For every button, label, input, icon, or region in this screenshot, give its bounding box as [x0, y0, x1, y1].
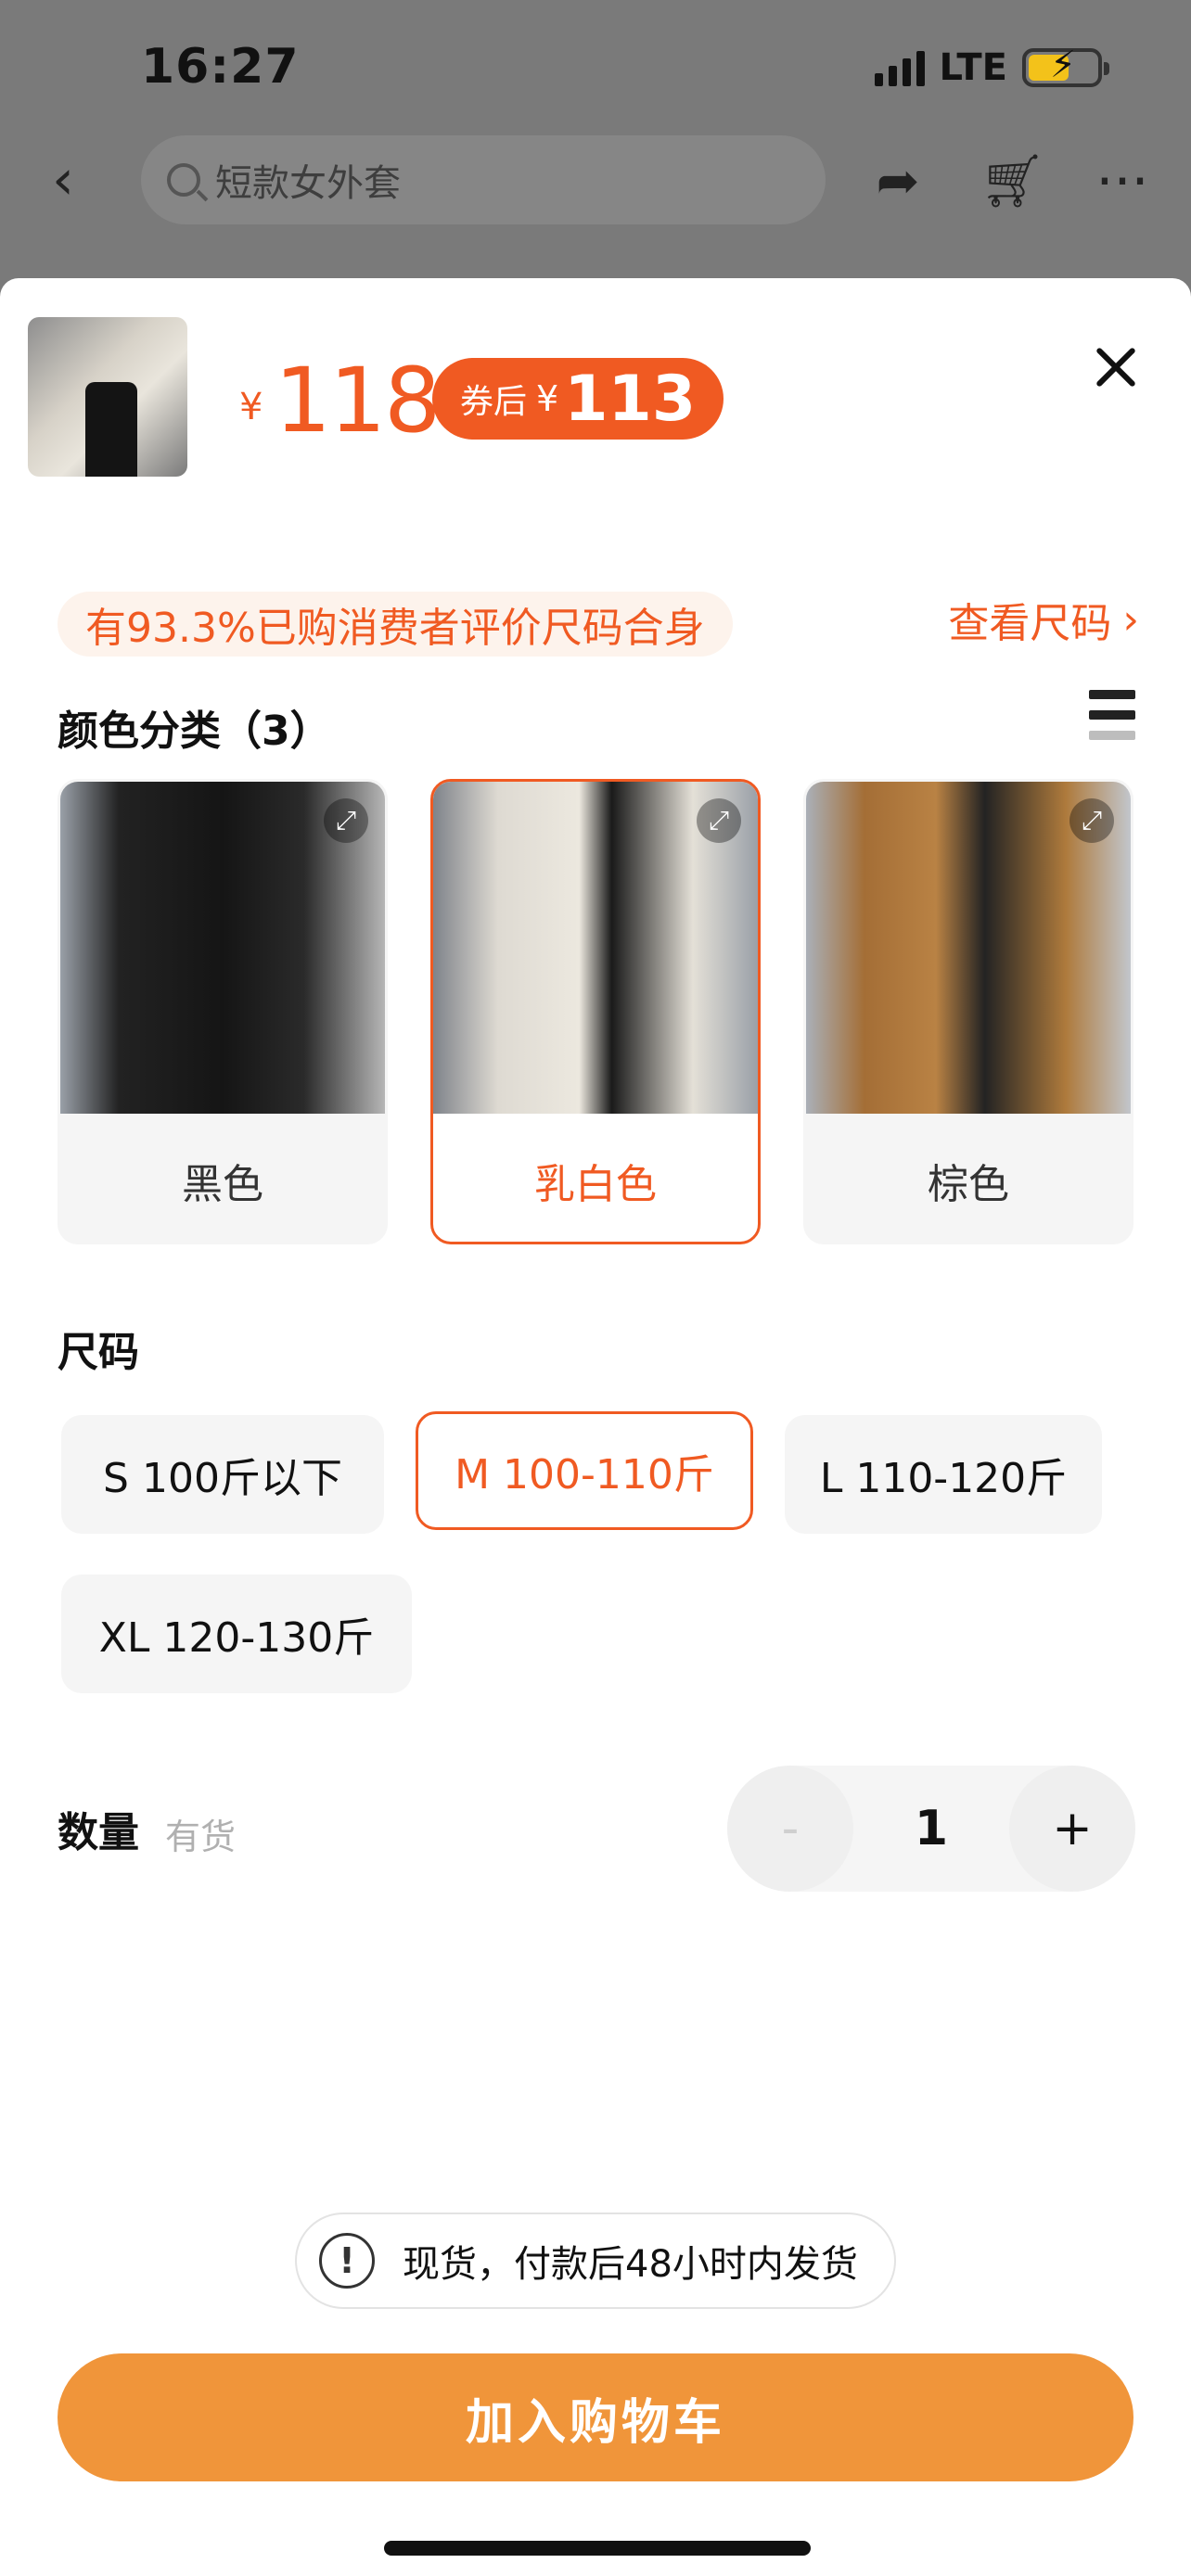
quantity-stepper: - 1 + — [727, 1766, 1135, 1892]
color-option-black[interactable]: ⤢ 黑色 — [58, 779, 388, 1244]
stock-status: 有货 — [165, 1817, 237, 1857]
expand-icon[interactable]: ⤢ — [697, 798, 741, 843]
status-time: 16:27 — [141, 39, 300, 95]
size-fit-badge: 有93.3%已购消费者评价尺码合身 — [58, 592, 733, 657]
view-size-label: 查看尺码 — [948, 600, 1112, 647]
size-option-m[interactable]: M 100-110斤 — [416, 1411, 753, 1530]
size-option-xl[interactable]: XL 120-130斤 — [61, 1575, 412, 1693]
size-fit-text: 有93.3%已购消费者评价尺码合身 — [85, 605, 705, 652]
search-input[interactable]: 短款女外套 — [141, 135, 826, 224]
coupon-currency: ¥ — [536, 378, 559, 419]
add-to-cart-button[interactable]: 加入购物车 — [58, 2353, 1133, 2481]
shipping-notice-text: 现货，付款后48小时内发货 — [403, 2243, 858, 2286]
status-icons: LTE ⚡ — [874, 46, 1109, 89]
sku-sheet: ¥ 118 券后 ¥ 113 有93.3%已购消费者评价尺码合身 查看尺码 › … — [0, 278, 1191, 2576]
product-thumbnail[interactable] — [28, 317, 187, 477]
color-option-brown[interactable]: ⤢ 棕色 — [803, 779, 1133, 1244]
price: 118 — [275, 349, 441, 453]
search-placeholder: 短款女外套 — [215, 162, 401, 205]
quantity-value[interactable]: 1 — [853, 1766, 1009, 1892]
status-bar: 16:27 LTE ⚡ — [0, 0, 1191, 130]
color-photo: ⤢ — [60, 782, 385, 1114]
coupon-price: 113 — [564, 362, 697, 436]
view-size-link[interactable]: 查看尺码 › — [948, 590, 1139, 649]
chevron-right-icon: › — [1122, 595, 1139, 644]
coupon-price-badge: 券后 ¥ 113 — [432, 358, 724, 440]
price-currency: ¥ — [239, 386, 263, 428]
close-icon[interactable] — [1087, 339, 1143, 395]
quantity-title: 数量 — [58, 1809, 139, 1856]
color-label: 棕色 — [928, 1161, 1009, 1208]
size-option-s[interactable]: S 100斤以下 — [61, 1415, 384, 1534]
list-view-icon[interactable] — [1089, 690, 1135, 740]
expand-icon[interactable]: ⤢ — [1069, 798, 1114, 843]
size-section-title: 尺码 — [58, 1329, 139, 1376]
signal-icon — [874, 49, 925, 86]
info-icon: ! — [319, 2233, 375, 2289]
battery-icon: ⚡ — [1022, 46, 1109, 87]
search-icon — [167, 163, 200, 197]
color-label: 黑色 — [182, 1161, 263, 1208]
cart-icon[interactable]: 🛒︎ — [980, 152, 1045, 211]
shipping-notice: ! 现货，付款后48小时内发货 — [295, 2213, 896, 2309]
more-icon[interactable]: ··· — [1093, 152, 1152, 211]
home-indicator — [384, 2541, 811, 2556]
back-icon[interactable]: ‹ — [52, 152, 96, 208]
color-option-cream[interactable]: ⤢ 乳白色 — [430, 779, 761, 1244]
network-label: LTE — [939, 46, 1007, 89]
color-photo: ⤢ — [433, 782, 758, 1114]
color-section-title: 颜色分类（3） — [58, 708, 331, 755]
color-label: 乳白色 — [534, 1161, 657, 1208]
increase-button[interactable]: + — [1009, 1766, 1135, 1892]
coupon-label: 券后 — [460, 383, 528, 421]
expand-icon[interactable]: ⤢ — [324, 798, 368, 843]
size-option-l[interactable]: L 110-120斤 — [785, 1415, 1102, 1534]
decrease-button[interactable]: - — [727, 1766, 853, 1892]
share-icon[interactable]: ➦ — [868, 152, 928, 211]
color-photo: ⤢ — [806, 782, 1131, 1114]
nav-bar: ‹ 短款女外套 ➦ 🛒︎ ··· — [0, 130, 1191, 232]
